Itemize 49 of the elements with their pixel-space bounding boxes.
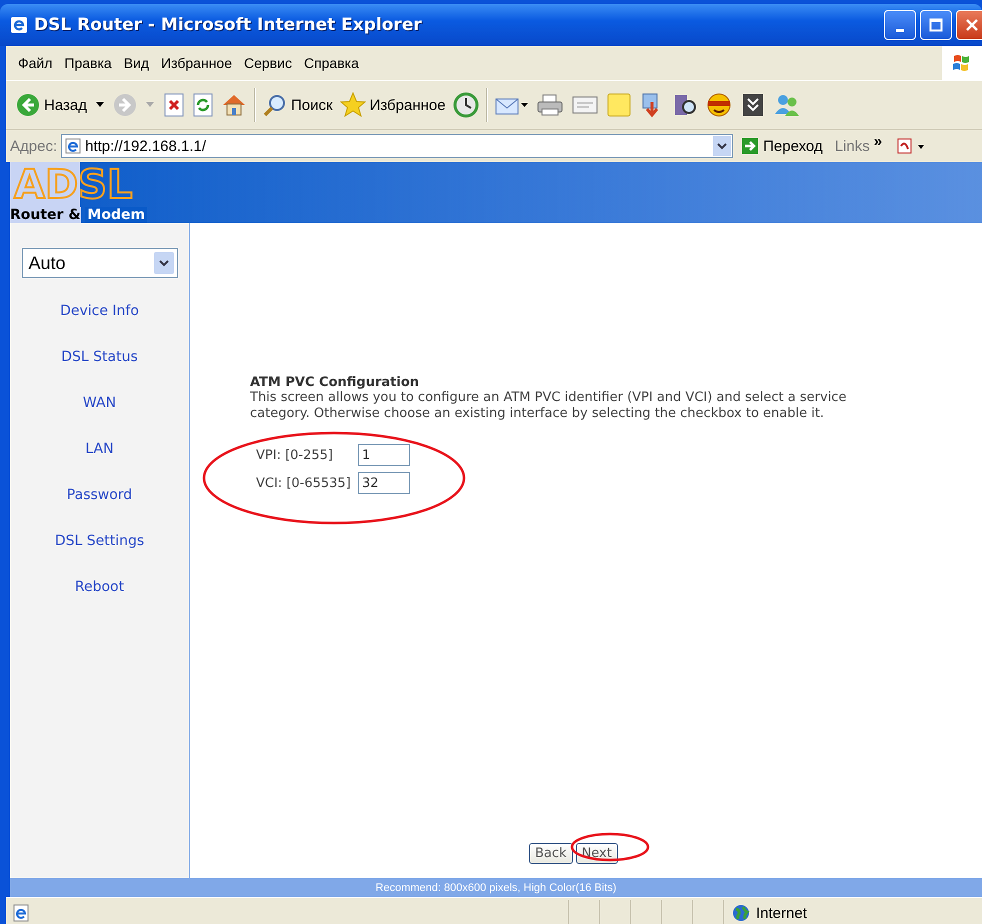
stop-icon[interactable]	[162, 93, 185, 117]
window-title: DSL Router - Microsoft Internet Explorer	[34, 15, 422, 35]
globe-icon	[732, 904, 750, 922]
page-icon	[65, 138, 82, 154]
go-button[interactable]: Переход	[737, 137, 827, 155]
history-icon[interactable]	[452, 92, 479, 118]
maximize-icon	[929, 18, 943, 32]
menu-item[interactable]: Справка	[304, 55, 359, 71]
menu-item[interactable]: Вид	[124, 55, 150, 71]
home-icon[interactable]	[220, 93, 247, 117]
caret-icon[interactable]	[96, 102, 104, 108]
sidebar-link[interactable]: Device Info	[60, 299, 139, 345]
close-icon	[965, 18, 979, 32]
section-description: This screen allows you to configure an ATM PVC identifier (VPI and VCI) and select a service category. Otherwise choose an existing interface by selecting the checkbox to enable it.	[250, 390, 848, 422]
links-label[interactable]: Links	[834, 138, 870, 154]
footer-text: Recommend: 800x600 pixels, High Color(16 Bits)	[376, 882, 616, 894]
star-icon	[340, 92, 366, 118]
search-button[interactable]: Поиск	[262, 93, 333, 117]
zone-label: Internet	[756, 904, 807, 922]
menu-item[interactable]: Правка	[64, 55, 112, 71]
mode-select[interactable]: Auto	[22, 248, 178, 278]
maximize-button[interactable]	[920, 10, 952, 40]
minimize-button[interactable]	[884, 10, 916, 40]
field-label: VCI: [0-65535]	[256, 476, 352, 490]
sidebar-link[interactable]: WAN	[82, 391, 116, 437]
printer-icon[interactable]	[536, 93, 564, 117]
input-field[interactable]: 32	[358, 472, 410, 494]
address-field[interactable]: http://192.168.1.1/	[61, 134, 734, 158]
address-label: Адрес:	[10, 138, 58, 154]
back-button[interactable]: Назад	[16, 93, 87, 117]
field-label: VPI: [0-255]	[256, 448, 334, 462]
close-button[interactable]	[956, 10, 982, 40]
sidebar-link[interactable]: DSL Settings	[54, 529, 144, 575]
more-chevron[interactable]: »	[874, 133, 882, 150]
input-field[interactable]: 1	[358, 444, 410, 466]
form-button[interactable]: Back	[529, 843, 573, 864]
sidebar-link[interactable]: DSL Status	[61, 345, 138, 391]
sidebar-link[interactable]: LAN	[85, 437, 114, 483]
minimize-icon	[896, 28, 904, 32]
menu-item[interactable]: Сервис	[244, 55, 292, 71]
menu-item[interactable]: Избранное	[161, 55, 232, 71]
sidebar-link[interactable]: Password	[66, 483, 132, 529]
browser-icon	[10, 16, 28, 34]
menu-item[interactable]: Файл	[18, 55, 52, 71]
refresh-icon[interactable]	[192, 93, 214, 117]
section-title: ATM PVC Configuration	[250, 375, 420, 390]
sidebar-link[interactable]: Reboot	[74, 575, 124, 621]
search-icon	[262, 93, 287, 117]
favorites-button[interactable]: Избранное	[340, 92, 446, 118]
